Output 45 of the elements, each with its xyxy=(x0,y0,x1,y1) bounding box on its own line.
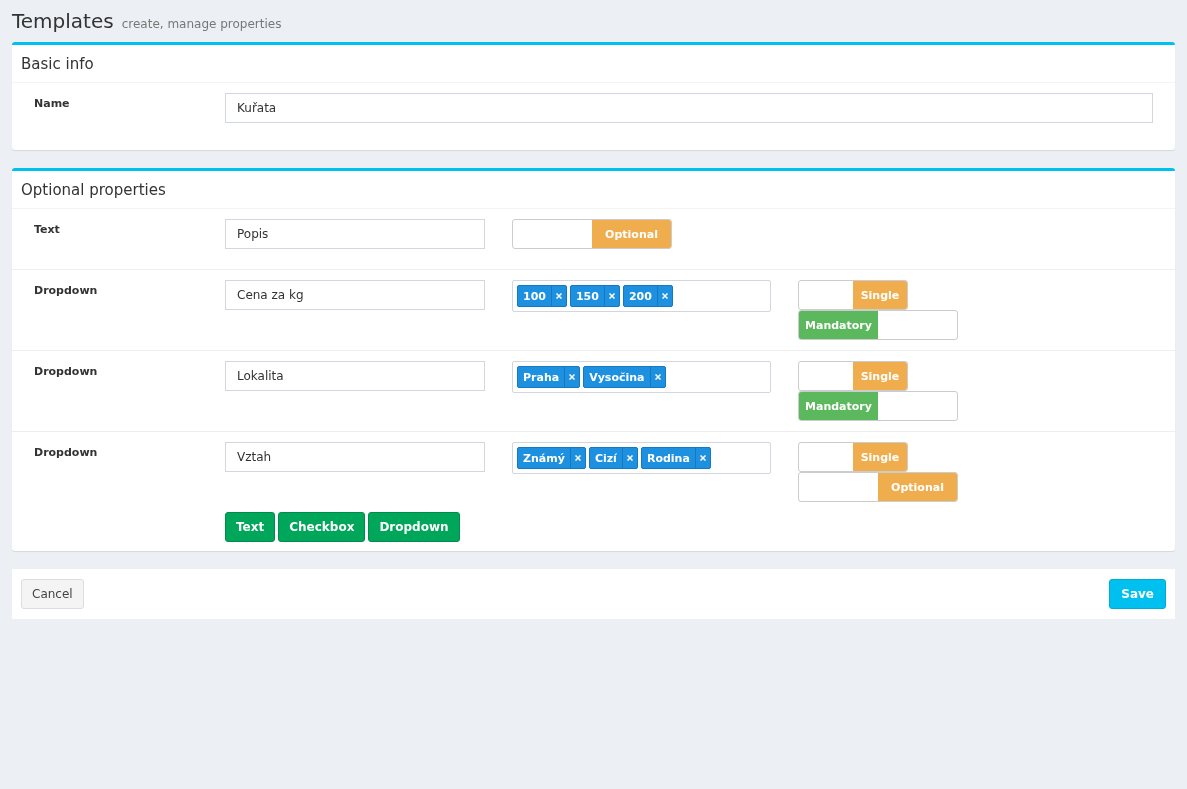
panel-title: Optional properties xyxy=(12,171,1175,209)
toggle-switch[interactable]: Single xyxy=(798,280,908,310)
tag-chip: Cizí xyxy=(588,447,638,469)
tag-chip: Praha xyxy=(517,366,581,388)
page-subtitle: create, manage properties xyxy=(121,15,282,31)
tags-input[interactable]: Známý Cizí Rodina xyxy=(512,442,771,474)
tag-chip: Vysočina xyxy=(583,366,666,388)
toggle-switch[interactable]: Mandatory xyxy=(798,310,958,340)
tag-chip: 200 xyxy=(622,285,673,307)
toggle-switch[interactable]: Optional xyxy=(798,472,958,502)
property-type-label: Dropdown xyxy=(34,283,99,297)
tag-chip: 100 xyxy=(517,285,567,307)
property-type-label: Text xyxy=(34,222,61,236)
add-property-button[interactable]: Text xyxy=(225,512,276,542)
panel-title: Basic info xyxy=(12,45,1175,83)
remove-icon[interactable] xyxy=(626,455,633,461)
remove-icon[interactable] xyxy=(569,374,576,380)
property-name-input[interactable]: Lokalita xyxy=(225,361,485,391)
property-type-label: Dropdown xyxy=(34,364,99,378)
toggle-switch[interactable]: Optional xyxy=(512,219,672,249)
remove-icon[interactable] xyxy=(608,293,615,299)
property-type-label: Dropdown xyxy=(34,445,99,459)
tags-input[interactable]: Praha Vysočina xyxy=(512,361,771,393)
remove-icon[interactable] xyxy=(555,293,562,299)
tag-chip: Rodina xyxy=(640,447,711,469)
field-label: Name xyxy=(34,96,71,110)
page-title: Templates xyxy=(12,9,114,33)
tag-chip: Známý xyxy=(517,447,586,469)
remove-icon[interactable] xyxy=(654,374,661,380)
remove-icon[interactable] xyxy=(699,455,706,461)
toggle-switch[interactable]: Single xyxy=(798,442,908,472)
tags-input[interactable]: 100 150 200 xyxy=(512,280,771,312)
remove-icon[interactable] xyxy=(574,455,581,461)
property-name-input[interactable]: Cena za kg xyxy=(225,280,485,310)
property-name-input[interactable]: Vztah xyxy=(225,442,485,472)
property-name-input[interactable]: Popis xyxy=(225,219,485,249)
remove-icon[interactable] xyxy=(661,293,668,299)
save-button[interactable]: Save xyxy=(1109,579,1166,609)
add-property-button[interactable]: Dropdown xyxy=(368,512,460,542)
name-input[interactable]: Kuřata xyxy=(225,93,1153,123)
tag-chip: 150 xyxy=(569,285,620,307)
toggle-switch[interactable]: Single xyxy=(798,361,908,391)
cancel-button[interactable]: Cancel xyxy=(21,579,84,609)
add-property-button[interactable]: Checkbox xyxy=(278,512,366,542)
toggle-switch[interactable]: Mandatory xyxy=(798,391,958,421)
